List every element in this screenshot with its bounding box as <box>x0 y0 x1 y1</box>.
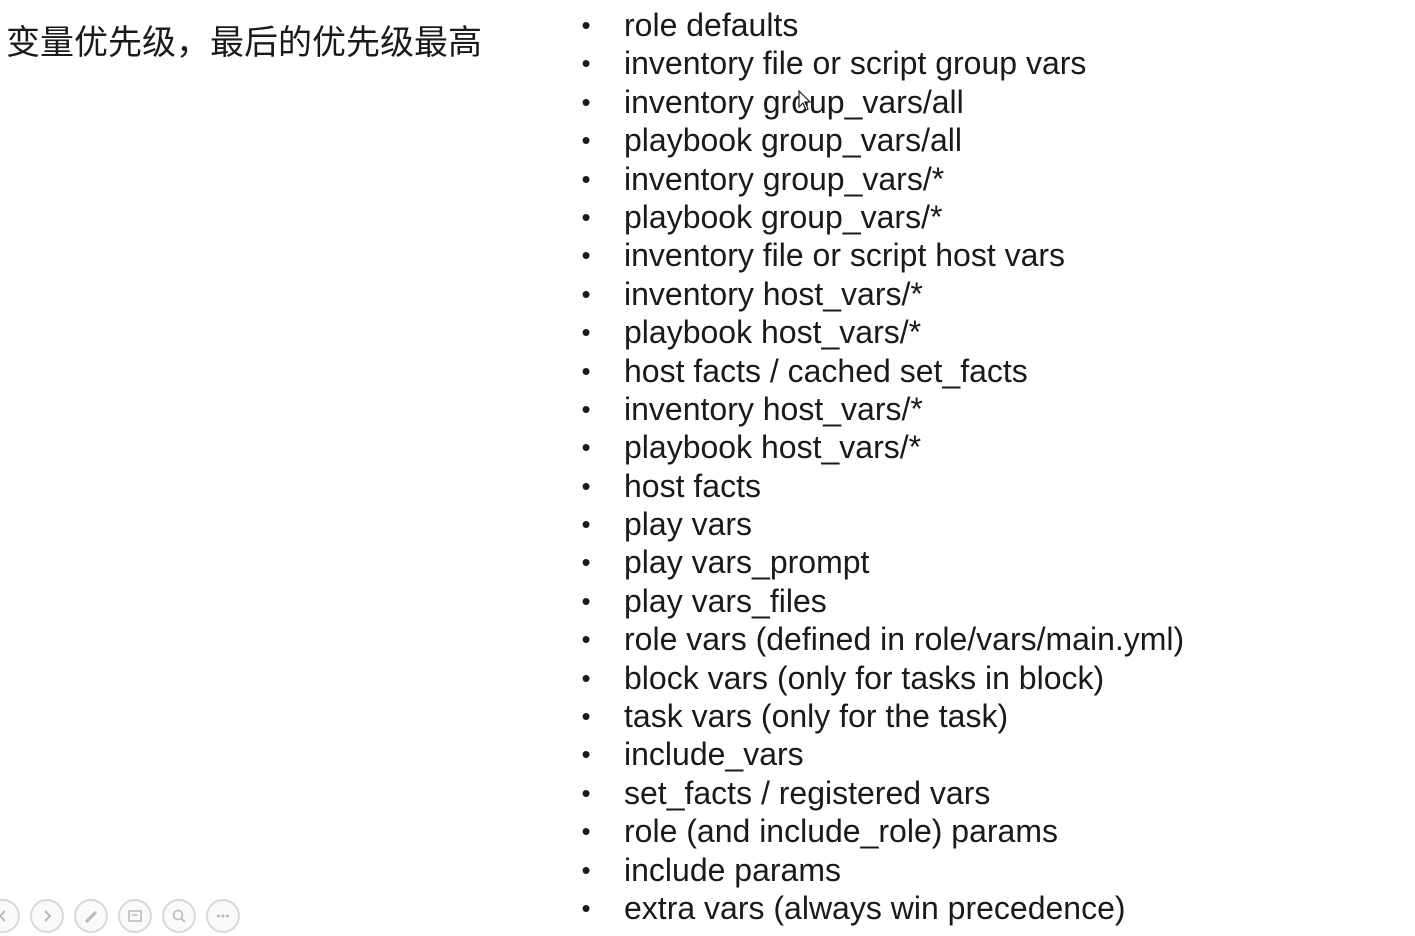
list-item-text: playbook host_vars/* <box>624 314 922 351</box>
bullet: • <box>581 278 591 309</box>
zoom-icon <box>172 909 186 923</box>
list-item-text: inventory host_vars/* <box>624 390 923 427</box>
list-item-text: role (and include_role) params <box>624 813 1058 850</box>
bullet: • <box>581 739 591 770</box>
list-item-text: block vars (only for tasks in block) <box>624 659 1105 696</box>
pen-icon <box>84 910 98 924</box>
bullet: • <box>581 317 591 348</box>
zoom-button[interactable] <box>162 899 196 933</box>
back-button[interactable] <box>0 899 20 933</box>
bullet: • <box>581 86 591 117</box>
back-icon <box>0 910 6 922</box>
bullet: • <box>581 509 591 540</box>
bullet: • <box>581 777 591 808</box>
list-item-text: host facts <box>624 467 761 504</box>
list-item-text: playbook host_vars/* <box>624 429 922 466</box>
bullet: • <box>581 662 591 693</box>
bullet: • <box>581 585 591 616</box>
play-icon <box>44 910 52 922</box>
list-item-text: play vars <box>624 506 753 543</box>
bullet: • <box>581 547 591 578</box>
next-button[interactable] <box>30 899 64 933</box>
list-item-text: playbook group_vars/all <box>624 122 962 159</box>
list-item-text: extra vars (always win precedence) <box>624 889 1126 926</box>
list-item-text: play vars_files <box>624 582 827 619</box>
bullet: • <box>581 892 591 923</box>
list-item-text: host facts / cached set_facts <box>624 352 1028 389</box>
list-item-text: inventory file or script host vars <box>624 237 1066 274</box>
bullet: • <box>581 393 591 424</box>
bullet: • <box>581 10 591 40</box>
list-item-text: play vars_prompt <box>624 544 870 581</box>
mouse-cursor-icon <box>798 90 812 111</box>
list-item-text: inventory group_vars/all <box>624 83 964 120</box>
slides-icon <box>128 910 142 922</box>
bullet: • <box>581 240 591 271</box>
list-item-text: include_vars <box>624 736 804 773</box>
list-item-text: set_facts / registered vars <box>624 774 991 811</box>
list-item-text: task vars (only for the task) <box>624 698 1009 735</box>
slide: 变量优先级，最后的优先级最高 • role defaults • inventory… <box>0 0 1415 933</box>
slides-button[interactable] <box>118 899 152 933</box>
list-item-text: inventory host_vars/* <box>624 275 923 312</box>
list-item-text: role defaults <box>624 7 799 43</box>
slide-title: 变量优先级，最后的优先级最高 <box>6 23 482 63</box>
bullet: • <box>581 701 591 732</box>
bullet: • <box>581 125 591 156</box>
list-item-text: inventory group_vars/* <box>624 160 945 197</box>
bullet: • <box>581 201 591 232</box>
slideshow-toolbar <box>0 896 240 936</box>
bullet: • <box>581 432 591 463</box>
bullet: • <box>581 163 591 194</box>
more-button[interactable] <box>206 899 240 933</box>
list-item-text: include params <box>624 851 841 888</box>
more-icon <box>217 914 229 918</box>
bullet: • <box>581 854 591 885</box>
bullet: • <box>581 48 591 79</box>
bullet: • <box>581 816 591 847</box>
pen-button[interactable] <box>74 899 108 933</box>
bullet: • <box>581 355 591 386</box>
list-item-text: playbook group_vars/* <box>624 198 943 235</box>
bullet: • <box>581 470 591 501</box>
list-item-text: inventory file or script group vars <box>624 45 1087 82</box>
list-item-text: role vars (defined in role/vars/main.yml… <box>624 621 1185 658</box>
bullet: • <box>581 624 591 655</box>
